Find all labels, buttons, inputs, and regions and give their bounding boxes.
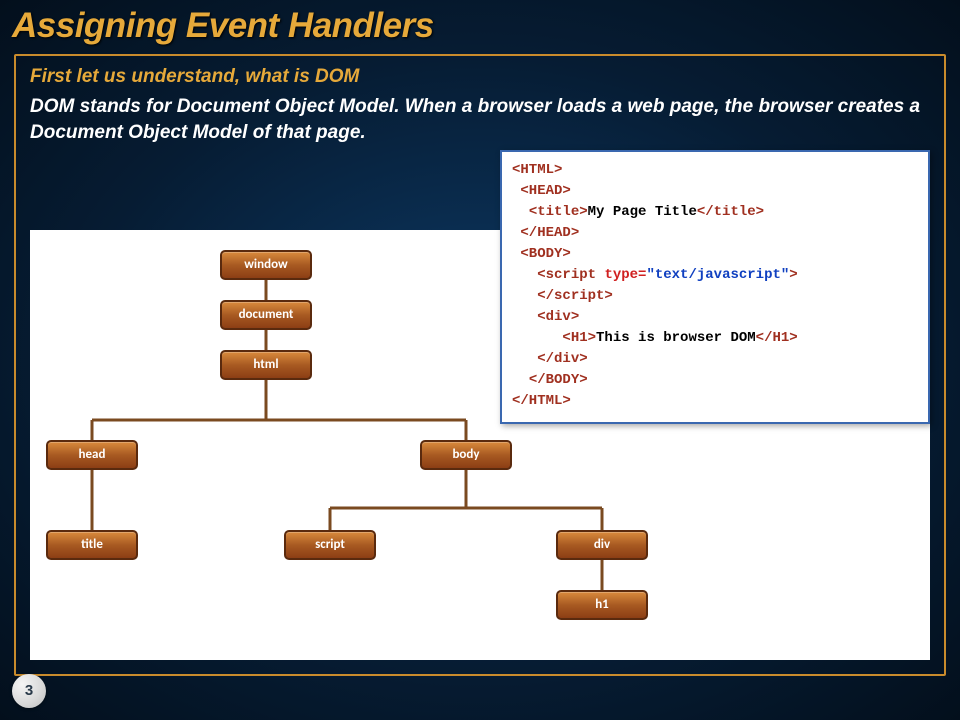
slide-title: Assigning Event Handlers bbox=[0, 0, 960, 50]
node-h1: h1 bbox=[556, 590, 648, 620]
code-text: This is browser DOM bbox=[596, 330, 756, 346]
node-script: script bbox=[284, 530, 376, 560]
code-token: <script bbox=[537, 267, 604, 283]
code-token: <HTML> bbox=[512, 162, 562, 178]
code-token: type= bbox=[604, 267, 646, 283]
code-token: <title> bbox=[529, 204, 588, 220]
code-token: </HTML> bbox=[512, 393, 571, 409]
node-body: body bbox=[420, 440, 512, 470]
code-token: </title> bbox=[697, 204, 764, 220]
node-title: title bbox=[46, 530, 138, 560]
node-head: head bbox=[46, 440, 138, 470]
code-token: </HEAD> bbox=[520, 225, 579, 241]
code-token: <HEAD> bbox=[520, 183, 570, 199]
code-token: <div> bbox=[537, 309, 579, 325]
node-div: div bbox=[556, 530, 648, 560]
code-token: "text/javascript" bbox=[646, 267, 789, 283]
code-text: My Page Title bbox=[588, 204, 697, 220]
code-token: </BODY> bbox=[529, 372, 588, 388]
section-heading: First let us understand, what is DOM bbox=[30, 66, 930, 88]
code-sample: <HTML> <HEAD> <title>My Page Title</titl… bbox=[500, 150, 930, 424]
node-html: html bbox=[220, 350, 312, 380]
node-window: window bbox=[220, 250, 312, 280]
code-token: </H1> bbox=[756, 330, 798, 346]
section-body: DOM stands for Document Object Model. Wh… bbox=[30, 94, 930, 145]
code-token: </div> bbox=[537, 351, 587, 367]
code-token: <BODY> bbox=[520, 246, 570, 262]
code-token: <H1> bbox=[562, 330, 596, 346]
node-document: document bbox=[220, 300, 312, 330]
code-token: </script> bbox=[537, 288, 613, 304]
code-token: > bbox=[789, 267, 797, 283]
page-number: 3 bbox=[12, 674, 46, 708]
